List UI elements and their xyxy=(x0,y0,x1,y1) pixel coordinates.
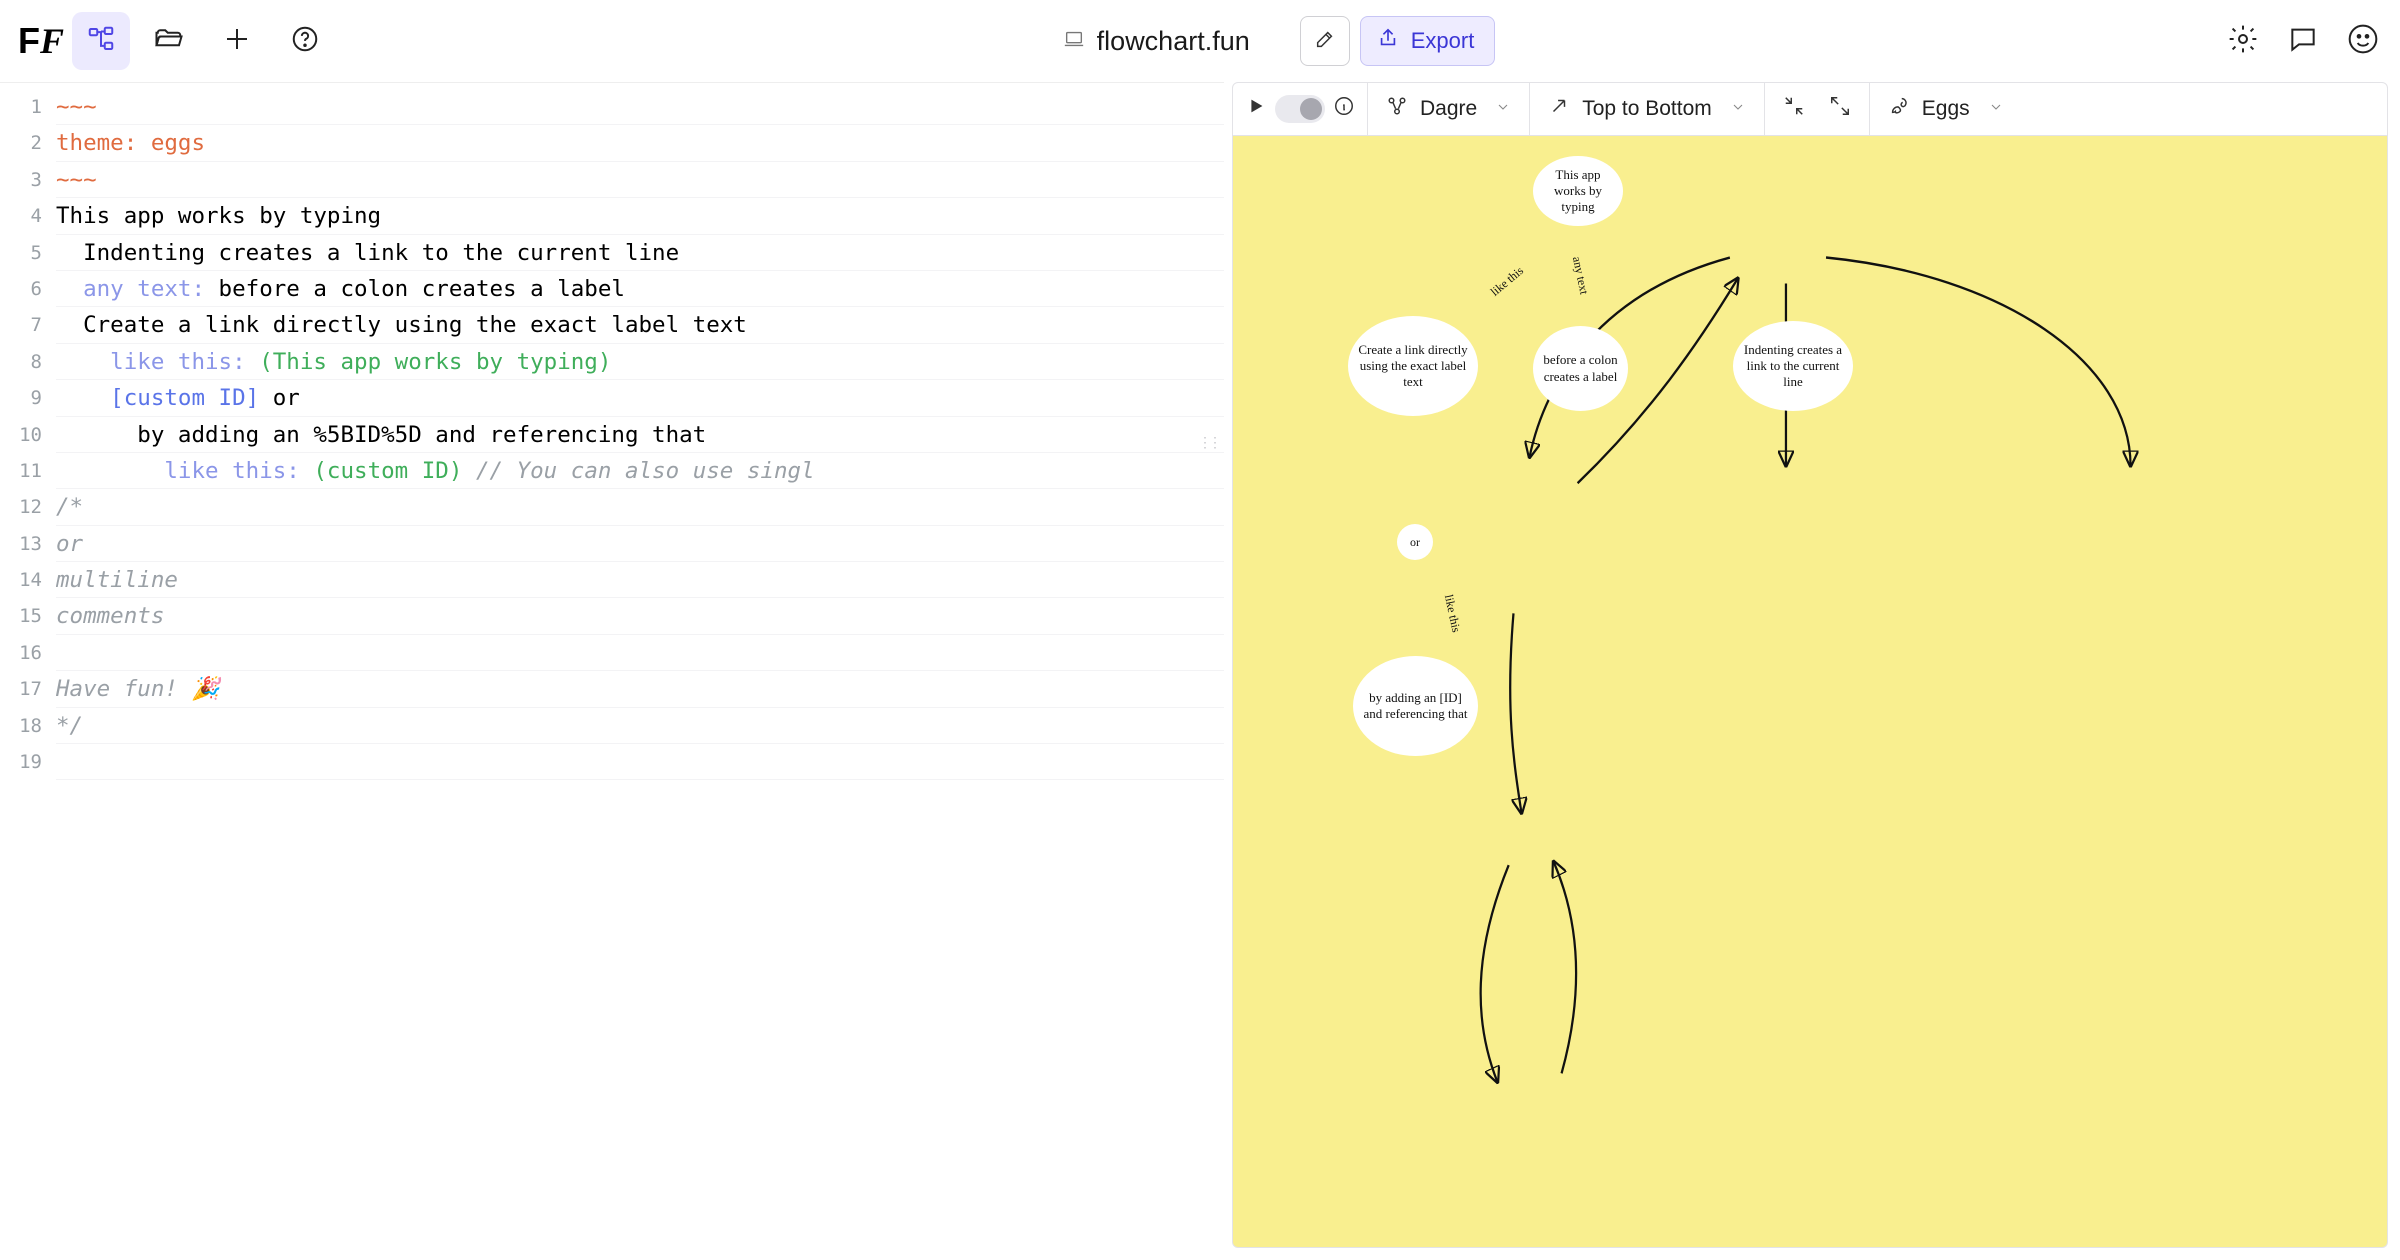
export-button[interactable]: Export xyxy=(1360,16,1496,66)
animation-toggle[interactable] xyxy=(1275,95,1325,123)
line-gutter: 12345678910111213141516171819 xyxy=(0,83,56,1260)
code-line: /* xyxy=(56,494,83,520)
code-line: */ xyxy=(56,713,83,739)
code-line: or xyxy=(56,531,83,557)
help-icon xyxy=(290,24,320,59)
plus-icon xyxy=(222,24,252,59)
user-icon xyxy=(2347,23,2379,60)
graph-node[interactable]: before a colon creates a label xyxy=(1533,326,1628,411)
settings-icon xyxy=(2227,23,2259,60)
code-line: theme: xyxy=(56,130,151,156)
diagram-icon xyxy=(86,24,116,59)
layout-icon xyxy=(1386,95,1408,123)
play-icon xyxy=(1245,95,1267,123)
edit-icon xyxy=(1314,28,1336,55)
direction-select[interactable]: Top to Bottom xyxy=(1530,83,1765,135)
info-icon[interactable] xyxy=(1333,95,1355,123)
graph-node[interactable]: Create a link directly using the exact l… xyxy=(1348,316,1478,416)
new-button[interactable] xyxy=(208,12,266,70)
compress-icon[interactable] xyxy=(1783,95,1805,123)
title-text: flowchart.fun xyxy=(1097,26,1250,57)
code-line: (custom ID) xyxy=(300,458,463,484)
code-line: Have fun! 🎉 xyxy=(56,676,219,702)
graph-node[interactable]: Indenting creates a link to the current … xyxy=(1733,321,1853,411)
graph-node[interactable]: This app works by typing xyxy=(1533,156,1623,226)
topbar: FF flowchart.fun xyxy=(0,0,2400,82)
share-icon xyxy=(1377,27,1399,55)
diagram-tab[interactable] xyxy=(72,12,130,70)
code-line: like this: xyxy=(56,458,300,484)
code-line: multiline xyxy=(56,567,178,593)
expand-icon[interactable] xyxy=(1829,95,1851,123)
code-line: comments xyxy=(56,603,164,629)
logo[interactable]: FF xyxy=(18,20,62,62)
graph-pane: Dagre Top to Bottom Eggs xyxy=(1224,82,2400,1260)
code-line: before a colon creates a label xyxy=(205,276,625,302)
code-line: ~~~ xyxy=(56,167,97,193)
graph-node[interactable]: or xyxy=(1397,524,1433,560)
theme-select[interactable]: Eggs xyxy=(1870,83,2022,135)
code-line: by adding an %5BID%5D and referencing th… xyxy=(56,422,706,448)
editor-pane: 12345678910111213141516171819 ~~~ theme:… xyxy=(0,82,1224,1260)
arrow-icon xyxy=(1548,95,1570,123)
open-button[interactable] xyxy=(140,12,198,70)
chevron-down-icon xyxy=(1730,97,1746,121)
graph-canvas[interactable]: This app works by typing Create a link d… xyxy=(1232,136,2388,1248)
rename-button[interactable] xyxy=(1300,16,1350,66)
graph-toolbar: Dagre Top to Bottom Eggs xyxy=(1232,82,2388,136)
code-line: ~~~ xyxy=(56,94,97,120)
code-line: eggs xyxy=(151,130,205,156)
account-button[interactable] xyxy=(2344,22,2382,60)
code-line: Create a link directly using the exact l… xyxy=(56,312,747,338)
code-line: (This app works by typing) xyxy=(246,349,612,375)
code-line: any text: xyxy=(56,276,205,302)
help-button[interactable] xyxy=(276,12,334,70)
layout-select[interactable]: Dagre xyxy=(1368,83,1530,135)
laptop-icon xyxy=(1063,26,1085,57)
document-title: flowchart.fun xyxy=(1063,26,1250,57)
code-line: // You can also use singl xyxy=(462,458,814,484)
chevron-down-icon xyxy=(1495,97,1511,121)
code-line: or xyxy=(259,385,300,411)
export-label: Export xyxy=(1411,28,1475,54)
folder-icon xyxy=(154,24,184,59)
direction-label: Top to Bottom xyxy=(1582,97,1712,121)
right-icons xyxy=(2224,22,2382,60)
feedback-button[interactable] xyxy=(2284,22,2322,60)
chevron-down-icon xyxy=(1988,97,2004,121)
chat-icon xyxy=(2287,23,2319,60)
settings-button[interactable] xyxy=(2224,22,2262,60)
top-actions: Export xyxy=(1300,16,1496,66)
code-line: This app works by typing xyxy=(56,203,381,229)
zoom-controls xyxy=(1765,83,1870,135)
code-line: like this: xyxy=(56,349,246,375)
main: 12345678910111213141516171819 ~~~ theme:… xyxy=(0,82,2400,1260)
code-editor[interactable]: ~~~ theme: eggs ~~~ This app works by ty… xyxy=(56,83,1224,1260)
brush-icon xyxy=(1888,95,1910,123)
graph-node[interactable]: by adding an [ID] and referencing that xyxy=(1353,656,1478,756)
theme-label: Eggs xyxy=(1922,97,1970,121)
layout-label: Dagre xyxy=(1420,97,1477,121)
animation-controls[interactable] xyxy=(1233,83,1368,135)
code-line: Indenting creates a link to the current … xyxy=(56,240,679,266)
code-line: [custom ID] xyxy=(56,385,259,411)
